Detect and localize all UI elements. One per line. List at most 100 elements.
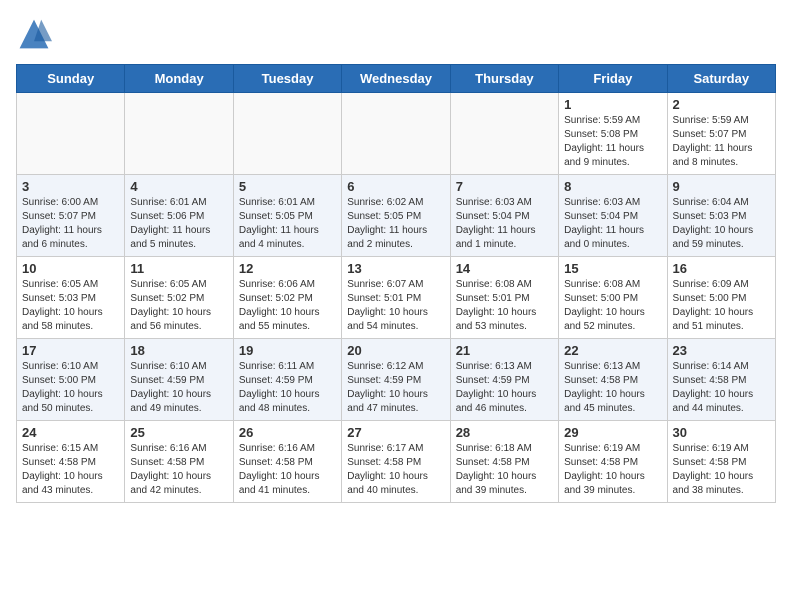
calendar-cell: 7Sunrise: 6:03 AM Sunset: 5:04 PM Daylig… — [450, 175, 558, 257]
calendar-cell: 29 Sunrise: 6:19 AM Sunset: 4:58 PM Dayli… — [559, 421, 667, 503]
day-number: 2 — [673, 97, 770, 112]
day-info: Sunrise: 6:05 AM Sunset: 5:03 PM Dayligh… — [22, 278, 119, 334]
calendar-cell: 4 Sunrise: 6:01 AM Sunset: 5:06 PM Daylig… — [125, 175, 233, 257]
calendar-cell: 3 Sunrise: 6:00 AM Sunset: 5:07 PM Daylig… — [17, 175, 125, 257]
calendar-cell: 25 Sunrise: 6:16 AM Sunset: 4:58 PM Dayli… — [125, 421, 233, 503]
day-info: Sunrise: 6:13 AM Sunset: 4:59 PM Dayligh… — [456, 360, 553, 416]
day-number: 11 — [130, 261, 227, 276]
calendar-cell: 14 Sunrise: 6:08 AM Sunset: 5:01 PM Dayli… — [450, 257, 558, 339]
calendar-cell: 2 Sunrise: 5:59 AM Sunset: 5:07 PM Daylig… — [667, 93, 775, 175]
header-row: SundayMondayTuesdayWednesdayThursdayFrid… — [17, 65, 776, 93]
calendar-cell: 19 Sunrise: 6:11 AM Sunset: 4:59 PM Dayli… — [233, 339, 341, 421]
calendar-cell: 21 Sunrise: 6:13 AM Sunset: 4:59 PM Dayli… — [450, 339, 558, 421]
calendar-cell: 17Sunrise: 6:10 AM Sunset: 5:00 PM Dayli… — [17, 339, 125, 421]
calendar-cell: 9Sunrise: 6:04 AM Sunset: 5:03 PM Daylig… — [667, 175, 775, 257]
day-number: 26 — [239, 425, 336, 440]
logo — [16, 16, 56, 52]
calendar-cell: 18Sunrise: 6:10 AM Sunset: 4:59 PM Dayli… — [125, 339, 233, 421]
day-number: 4 — [130, 179, 227, 194]
calendar-cell — [233, 93, 341, 175]
day-number: 13 — [347, 261, 444, 276]
day-info: Sunrise: 6:08 AM Sunset: 5:00 PM Dayligh… — [564, 278, 661, 334]
calendar-cell: 30 Sunrise: 6:19 AM Sunset: 4:58 PM Dayli… — [667, 421, 775, 503]
day-number: 22 — [564, 343, 661, 358]
day-header-friday: Friday — [559, 65, 667, 93]
calendar-cell: 28Sunrise: 6:18 AM Sunset: 4:58 PM Dayli… — [450, 421, 558, 503]
day-info: Sunrise: 6:01 AM Sunset: 5:06 PM Dayligh… — [130, 196, 227, 252]
calendar-cell: 6 Sunrise: 6:02 AM Sunset: 5:05 PM Daylig… — [342, 175, 450, 257]
day-number: 23 — [673, 343, 770, 358]
day-number: 21 — [456, 343, 553, 358]
day-number: 6 — [347, 179, 444, 194]
calendar-cell: 26 Sunrise: 6:16 AM Sunset: 4:58 PM Dayli… — [233, 421, 341, 503]
day-info: Sunrise: 6:07 AM Sunset: 5:01 PM Dayligh… — [347, 278, 444, 334]
day-number: 10 — [22, 261, 119, 276]
day-info: Sunrise: 6:19 AM Sunset: 4:58 PM Dayligh… — [564, 442, 661, 498]
day-number: 16 — [673, 261, 770, 276]
calendar-cell: 11 Sunrise: 6:05 AM Sunset: 5:02 PM Dayli… — [125, 257, 233, 339]
calendar-cell: 27 Sunrise: 6:17 AM Sunset: 4:58 PM Dayli… — [342, 421, 450, 503]
day-info: Sunrise: 6:02 AM Sunset: 5:05 PM Dayligh… — [347, 196, 444, 252]
day-info: Sunrise: 5:59 AM Sunset: 5:07 PM Dayligh… — [673, 114, 770, 170]
calendar-week-5: 24 Sunrise: 6:15 AM Sunset: 4:58 PM Dayli… — [17, 421, 776, 503]
calendar-week-3: 10 Sunrise: 6:05 AM Sunset: 5:03 PM Dayli… — [17, 257, 776, 339]
day-info: Sunrise: 6:10 AM Sunset: 4:59 PM Dayligh… — [130, 360, 227, 416]
calendar-cell: 10 Sunrise: 6:05 AM Sunset: 5:03 PM Dayli… — [17, 257, 125, 339]
calendar-cell: 24 Sunrise: 6:15 AM Sunset: 4:58 PM Dayli… — [17, 421, 125, 503]
day-info: Sunrise: 6:04 AM Sunset: 5:03 PM Dayligh… — [673, 196, 770, 252]
day-number: 17 — [22, 343, 119, 358]
day-header-tuesday: Tuesday — [233, 65, 341, 93]
calendar-table: SundayMondayTuesdayWednesdayThursdayFrid… — [16, 64, 776, 503]
day-header-wednesday: Wednesday — [342, 65, 450, 93]
day-header-thursday: Thursday — [450, 65, 558, 93]
day-number: 19 — [239, 343, 336, 358]
day-number: 5 — [239, 179, 336, 194]
day-info: Sunrise: 6:03 AM Sunset: 5:04 PM Dayligh… — [564, 196, 661, 252]
day-number: 15 — [564, 261, 661, 276]
day-number: 3 — [22, 179, 119, 194]
calendar-cell: 16 Sunrise: 6:09 AM Sunset: 5:00 PM Dayli… — [667, 257, 775, 339]
day-info: Sunrise: 6:05 AM Sunset: 5:02 PM Dayligh… — [130, 278, 227, 334]
day-number: 8 — [564, 179, 661, 194]
day-number: 20 — [347, 343, 444, 358]
calendar-cell: 8 Sunrise: 6:03 AM Sunset: 5:04 PM Daylig… — [559, 175, 667, 257]
day-number: 7 — [456, 179, 553, 194]
day-number: 25 — [130, 425, 227, 440]
day-info: Sunrise: 6:16 AM Sunset: 4:58 PM Dayligh… — [239, 442, 336, 498]
calendar-week-1: 1 Sunrise: 5:59 AM Sunset: 5:08 PM Daylig… — [17, 93, 776, 175]
day-info: Sunrise: 5:59 AM Sunset: 5:08 PM Dayligh… — [564, 114, 661, 170]
day-info: Sunrise: 6:08 AM Sunset: 5:01 PM Dayligh… — [456, 278, 553, 334]
day-info: Sunrise: 6:11 AM Sunset: 4:59 PM Dayligh… — [239, 360, 336, 416]
calendar-cell — [450, 93, 558, 175]
day-number: 30 — [673, 425, 770, 440]
calendar-cell: 1 Sunrise: 5:59 AM Sunset: 5:08 PM Daylig… — [559, 93, 667, 175]
calendar-week-4: 17Sunrise: 6:10 AM Sunset: 5:00 PM Dayli… — [17, 339, 776, 421]
calendar-cell: 15 Sunrise: 6:08 AM Sunset: 5:00 PM Dayli… — [559, 257, 667, 339]
day-info: Sunrise: 6:16 AM Sunset: 4:58 PM Dayligh… — [130, 442, 227, 498]
calendar-cell — [125, 93, 233, 175]
calendar-cell: 13 Sunrise: 6:07 AM Sunset: 5:01 PM Dayli… — [342, 257, 450, 339]
day-header-sunday: Sunday — [17, 65, 125, 93]
day-number: 14 — [456, 261, 553, 276]
page-header — [16, 16, 776, 52]
day-header-monday: Monday — [125, 65, 233, 93]
day-info: Sunrise: 6:13 AM Sunset: 4:58 PM Dayligh… — [564, 360, 661, 416]
calendar-cell: 20Sunrise: 6:12 AM Sunset: 4:59 PM Dayli… — [342, 339, 450, 421]
calendar-cell: 22 Sunrise: 6:13 AM Sunset: 4:58 PM Dayli… — [559, 339, 667, 421]
day-number: 28 — [456, 425, 553, 440]
calendar-cell — [17, 93, 125, 175]
calendar-week-2: 3 Sunrise: 6:00 AM Sunset: 5:07 PM Daylig… — [17, 175, 776, 257]
logo-icon — [16, 16, 52, 52]
day-number: 1 — [564, 97, 661, 112]
day-info: Sunrise: 6:00 AM Sunset: 5:07 PM Dayligh… — [22, 196, 119, 252]
day-info: Sunrise: 6:17 AM Sunset: 4:58 PM Dayligh… — [347, 442, 444, 498]
day-info: Sunrise: 6:01 AM Sunset: 5:05 PM Dayligh… — [239, 196, 336, 252]
day-number: 27 — [347, 425, 444, 440]
day-number: 24 — [22, 425, 119, 440]
day-number: 29 — [564, 425, 661, 440]
day-info: Sunrise: 6:19 AM Sunset: 4:58 PM Dayligh… — [673, 442, 770, 498]
day-info: Sunrise: 6:06 AM Sunset: 5:02 PM Dayligh… — [239, 278, 336, 334]
day-info: Sunrise: 6:15 AM Sunset: 4:58 PM Dayligh… — [22, 442, 119, 498]
day-number: 12 — [239, 261, 336, 276]
day-info: Sunrise: 6:09 AM Sunset: 5:00 PM Dayligh… — [673, 278, 770, 334]
